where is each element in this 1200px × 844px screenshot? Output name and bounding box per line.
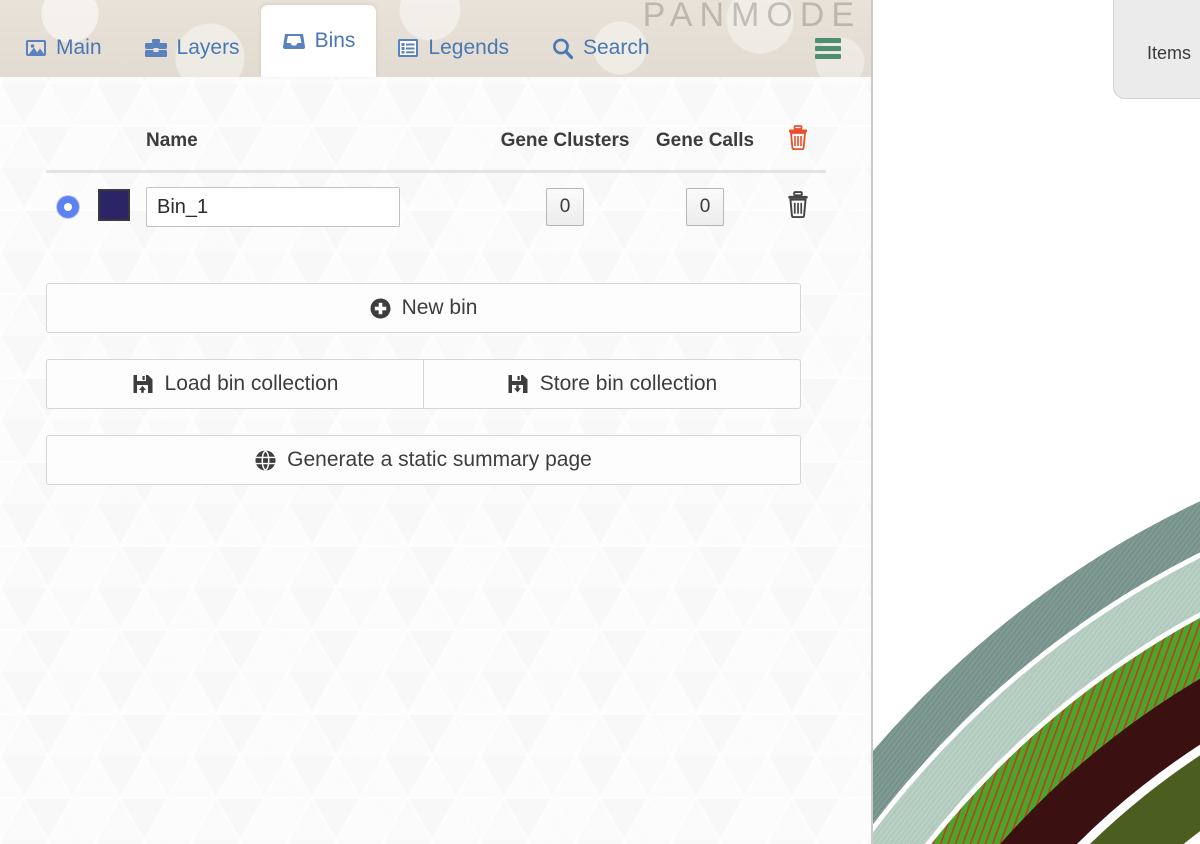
cell-gene-clusters: 0 <box>490 172 640 238</box>
globe-icon <box>255 449 276 471</box>
delete-all-icon[interactable] <box>787 125 809 155</box>
col-header-name: Name <box>146 129 198 151</box>
list-icon <box>397 37 419 59</box>
ring-dark-maroon <box>1000 679 1200 844</box>
tab-search-label: Search <box>583 36 650 59</box>
bins-table-body: 0 0 <box>46 171 826 238</box>
trash-icon <box>786 191 810 221</box>
generate-summary-button[interactable]: Generate a static summary page <box>46 435 801 485</box>
items-panel[interactable]: Items <box>1113 0 1200 99</box>
store-bin-collection-button[interactable]: Store bin collection <box>423 359 801 409</box>
bin-collection-row: Load bin collection Store bin collection <box>46 359 801 409</box>
ring-olive <box>1090 755 1200 844</box>
tab-bins-label: Bins <box>314 29 356 52</box>
load-bin-collection-label: Load bin collection <box>164 372 339 395</box>
ring-navy <box>965 735 1200 844</box>
image-icon <box>25 37 47 59</box>
col-header-delete <box>770 125 826 172</box>
tab-bins[interactable]: Bins <box>260 5 377 77</box>
bins-table: Name Gene Clusters Gene Calls Bin_1 0 0 <box>46 125 826 237</box>
bin-color-swatch[interactable] <box>98 188 130 221</box>
tab-search[interactable]: Search <box>530 19 671 77</box>
tab-legends-label: Legends <box>428 36 509 59</box>
new-bin-label: New bin <box>401 296 478 319</box>
bin-name-input[interactable] <box>146 187 400 227</box>
new-bin-button[interactable]: New bin <box>46 283 801 333</box>
floppy-down-icon <box>507 373 529 395</box>
app-root: Items PANMODE Main Layers Bins Legends S… <box>0 0 1200 844</box>
load-bin-collection-button[interactable]: Load bin collection <box>46 359 423 409</box>
generate-summary-label: Generate a static summary page <box>287 448 592 471</box>
tab-legends[interactable]: Legends <box>376 19 530 77</box>
bins-panel-content: Name Gene Clusters Gene Calls Bin_1 0 0 … <box>0 77 871 485</box>
briefcase-icon <box>144 37 168 59</box>
inbox-icon <box>282 30 306 52</box>
cell-color <box>90 172 138 238</box>
gene-calls-count: 0 <box>686 188 724 226</box>
panmode-watermark: PANMODE <box>642 0 861 34</box>
bins-table-header: Name Gene Clusters Gene Calls <box>46 125 826 172</box>
cell-select <box>46 172 90 238</box>
cell-name <box>138 172 490 238</box>
tab-layers[interactable]: Layers <box>123 19 261 77</box>
col-header-select <box>46 125 90 172</box>
cell-delete <box>770 172 826 238</box>
settings-panel: PANMODE Main Layers Bins Legends Search … <box>0 0 873 844</box>
cell-gene-calls: 0 <box>640 172 770 238</box>
tab-main[interactable]: Main <box>4 19 123 77</box>
delete-bin-button[interactable] <box>786 191 810 221</box>
tab-layers-label: Layers <box>176 36 240 59</box>
summary-row: Generate a static summary page <box>46 435 801 485</box>
col-header-gene-calls: Gene Calls <box>655 129 755 151</box>
hamburger-menu-icon[interactable] <box>815 38 841 59</box>
new-bin-row: New bin <box>46 283 801 333</box>
col-header-color <box>90 125 138 172</box>
ring-gray-segment <box>1000 679 1200 844</box>
plus-circle-icon <box>370 298 391 319</box>
bin-select-radio[interactable] <box>57 196 79 218</box>
search-icon <box>551 37 574 60</box>
tab-bar: PANMODE Main Layers Bins Legends Search <box>0 0 871 77</box>
ring-dark-green <box>1038 808 1200 844</box>
floppy-up-icon <box>132 373 154 395</box>
store-bin-collection-label: Store bin collection <box>539 372 718 395</box>
items-panel-label: Items <box>1147 43 1192 63</box>
tab-main-label: Main <box>56 36 102 59</box>
table-row: 0 0 <box>46 171 826 238</box>
col-header-gene-clusters: Gene Clusters <box>500 129 630 151</box>
gene-clusters-count: 0 <box>546 188 584 226</box>
